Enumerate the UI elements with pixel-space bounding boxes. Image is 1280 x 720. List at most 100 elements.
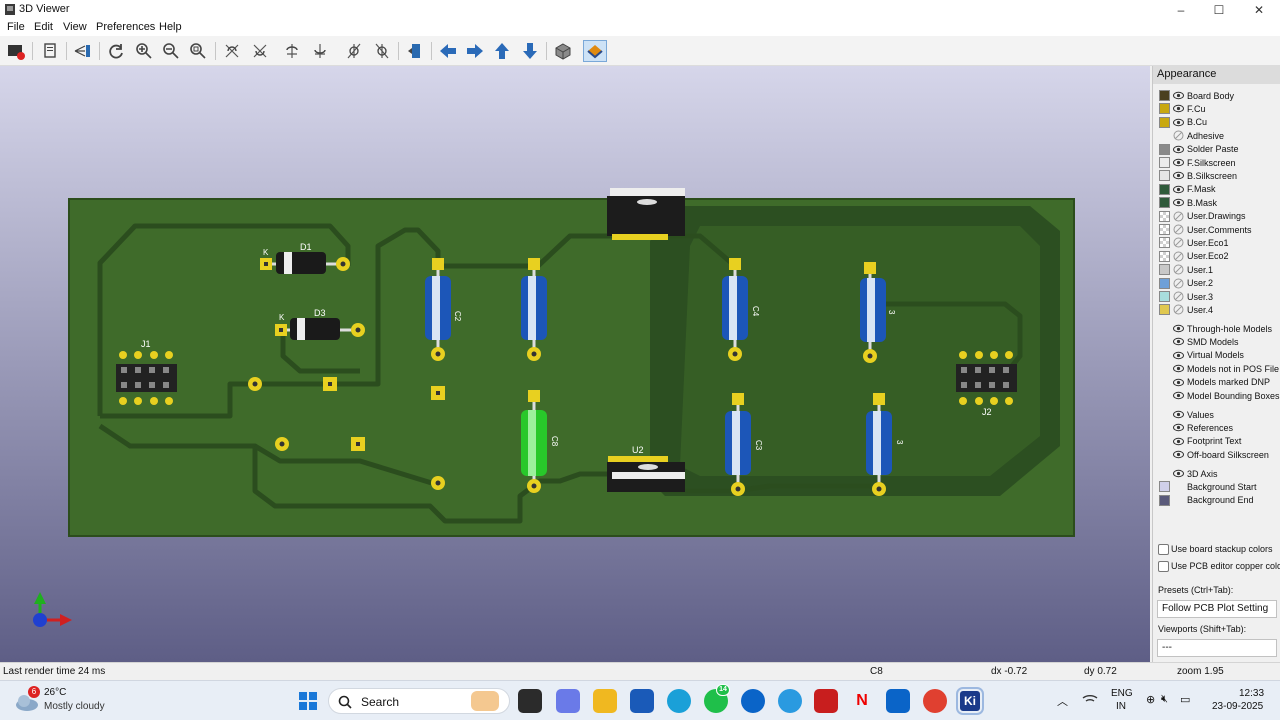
layer-color-swatch[interactable] — [1159, 250, 1170, 262]
visibility-hidden-icon[interactable] — [1173, 304, 1184, 315]
clock-date[interactable]: 23-09-2025 — [1212, 701, 1263, 712]
visibility-eye-icon[interactable] — [1173, 468, 1184, 479]
layer-color-swatch[interactable] — [1159, 237, 1170, 249]
appearance-row[interactable]: Solder Paste — [1159, 143, 1239, 156]
layer-color-swatch[interactable] — [1159, 116, 1170, 128]
appearance-row[interactable]: F.Mask — [1159, 183, 1216, 196]
appearance-row[interactable]: User.2 — [1159, 277, 1213, 290]
layer-color-swatch[interactable] — [1159, 304, 1170, 316]
language-code[interactable]: ENG — [1111, 688, 1133, 699]
chrome-icon[interactable] — [923, 689, 947, 713]
layer-color-swatch[interactable] — [1159, 277, 1170, 289]
move-left-icon[interactable] — [436, 40, 460, 62]
zoom-out-icon[interactable] — [159, 40, 183, 62]
visibility-eye-icon[interactable] — [1173, 422, 1184, 433]
layer-color-swatch[interactable] — [1159, 494, 1170, 506]
layer-color-swatch[interactable] — [1159, 481, 1170, 493]
visibility-eye-icon[interactable] — [1173, 336, 1184, 347]
appearance-row[interactable]: User.1 — [1159, 263, 1213, 276]
appearance-row[interactable]: User.Eco1 — [1159, 236, 1229, 249]
3d-viewport[interactable]: J1 J2 D1 K D3 K C2 C4 3 C8 C3 3 U2 — [0, 66, 1150, 662]
clock-time[interactable]: 12:33 — [1239, 688, 1264, 699]
appearance-row[interactable]: Off-board Silkscreen — [1159, 448, 1269, 461]
windows-start-icon[interactable] — [296, 689, 320, 713]
appearance-row[interactable]: Adhesive — [1159, 129, 1224, 142]
file-explorer-icon[interactable] — [593, 689, 617, 713]
visibility-eye-icon[interactable] — [1173, 103, 1184, 114]
layer-color-swatch[interactable] — [1159, 157, 1170, 168]
appearance-row[interactable]: Background Start — [1159, 480, 1257, 493]
visibility-hidden-icon[interactable] — [1173, 237, 1184, 248]
move-right-icon[interactable] — [463, 40, 487, 62]
netflix-icon[interactable]: N — [850, 689, 874, 713]
layer-color-swatch[interactable] — [1159, 143, 1170, 155]
close-button[interactable]: ✕ — [1240, 0, 1278, 20]
visibility-eye-icon[interactable] — [1173, 90, 1184, 101]
layer-color-swatch[interactable] — [1159, 264, 1170, 276]
maximize-button[interactable]: ☐ — [1200, 0, 1238, 20]
visibility-hidden-icon[interactable] — [1173, 291, 1184, 302]
move-down-icon[interactable] — [518, 40, 542, 62]
layer-color-swatch[interactable] — [1159, 197, 1170, 209]
kicad-icon[interactable]: Ki — [956, 687, 984, 715]
appearance-row[interactable]: User.4 — [1159, 303, 1213, 316]
store-icon[interactable] — [630, 689, 654, 713]
visibility-eye-icon[interactable] — [1173, 157, 1184, 168]
visibility-eye-icon[interactable] — [1173, 323, 1184, 334]
visibility-eye-icon[interactable] — [1173, 144, 1184, 155]
visibility-eye-icon[interactable] — [1173, 409, 1184, 420]
outlook-icon[interactable] — [886, 689, 910, 713]
appearance-row[interactable]: User.Eco2 — [1159, 250, 1229, 263]
rotate-y-cw-icon[interactable] — [280, 40, 304, 62]
appearance-row[interactable]: B.Cu — [1159, 116, 1207, 129]
layer-color-swatch[interactable] — [1159, 170, 1170, 182]
visibility-hidden-icon[interactable] — [1173, 211, 1184, 222]
visibility-eye-icon[interactable] — [1173, 197, 1184, 208]
appearance-row[interactable]: F.Cu — [1159, 102, 1206, 115]
volume-icon[interactable]: 🔇︎ — [1161, 693, 1168, 706]
appearance-row[interactable]: Footprint Text — [1159, 435, 1241, 448]
appearance-row[interactable]: F.Silkscreen — [1159, 156, 1236, 169]
layer-color-swatch[interactable] — [1159, 183, 1170, 195]
visibility-eye-icon[interactable] — [1173, 184, 1184, 195]
appearance-row[interactable]: 3D Axis — [1159, 467, 1218, 480]
appearance-row[interactable]: Models not in POS File — [1159, 362, 1279, 375]
reload-icon[interactable] — [104, 40, 128, 62]
visibility-eye-icon[interactable] — [1173, 363, 1184, 374]
layer-color-swatch[interactable] — [1159, 130, 1170, 141]
tray-network-icon[interactable] — [1082, 693, 1098, 707]
mcafee-icon[interactable] — [814, 689, 838, 713]
copilot-icon[interactable] — [556, 689, 580, 713]
visibility-eye-icon[interactable] — [1173, 170, 1184, 181]
appearance-row[interactable]: Virtual Models — [1159, 349, 1244, 362]
appearance-row[interactable]: Through-hole Models — [1159, 322, 1272, 335]
layers-toggle-icon[interactable] — [583, 40, 607, 62]
visibility-eye-icon[interactable] — [1173, 117, 1184, 128]
copy-image-icon[interactable] — [38, 40, 62, 62]
ortho-icon[interactable] — [551, 40, 575, 62]
menu-view[interactable]: View — [63, 21, 87, 33]
appearance-row[interactable]: Model Bounding Boxes — [1159, 389, 1280, 402]
visibility-hidden-icon[interactable] — [1173, 264, 1184, 275]
rotate-z-cw-icon[interactable] — [342, 40, 366, 62]
viewports-dropdown[interactable]: --- — [1157, 639, 1277, 657]
visibility-hidden-icon[interactable] — [1173, 251, 1184, 262]
raytrace-icon[interactable] — [71, 40, 95, 62]
presets-dropdown[interactable]: Follow PCB Plot Setting — [1157, 600, 1277, 618]
close-viewer-icon[interactable] — [4, 40, 28, 62]
layer-color-swatch[interactable] — [1159, 103, 1170, 115]
flip-board-icon[interactable] — [403, 40, 427, 62]
move-up-icon[interactable] — [490, 40, 514, 62]
appearance-row[interactable]: B.Mask — [1159, 196, 1217, 209]
edge-icon[interactable] — [667, 689, 691, 713]
battery-icon[interactable]: ▭ — [1180, 693, 1190, 706]
tray-chevron-icon[interactable]: ︿ — [1057, 693, 1068, 709]
zoom-in-icon[interactable] — [132, 40, 156, 62]
task-view-icon[interactable] — [518, 689, 542, 713]
visibility-eye-icon[interactable] — [1173, 377, 1184, 388]
appearance-row[interactable]: User.3 — [1159, 290, 1213, 303]
use-pcb-copper-checkbox[interactable] — [1158, 561, 1169, 572]
menu-edit[interactable]: Edit — [34, 21, 53, 33]
visibility-eye-icon[interactable] — [1173, 350, 1184, 361]
layer-color-swatch[interactable] — [1159, 291, 1170, 302]
